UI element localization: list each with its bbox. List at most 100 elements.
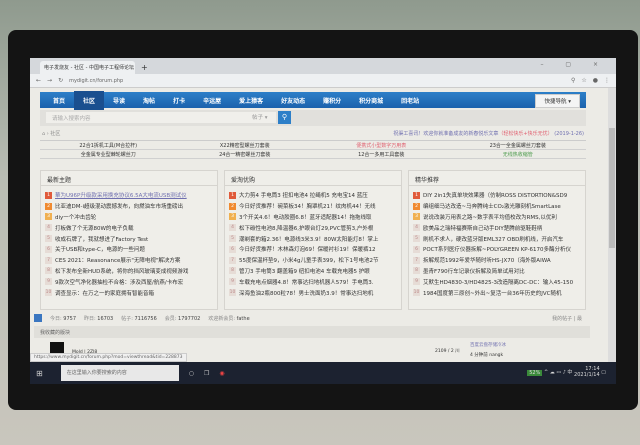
thread-item[interactable]: 5 刷机不求人，硬改蓝牙版EML327 OBD刷机线，开启汽车 xyxy=(413,233,581,244)
thread-title[interactable]: 编组细马达改造~马奔腾纯士CO₂激光雕刻机SmartLase xyxy=(423,202,561,210)
quick-link[interactable]: 便携式小型数字万用表 xyxy=(313,142,450,149)
search-button[interactable]: ⚲ xyxy=(278,111,291,124)
thread-title[interactable]: 打板做了个无源80W的电子负载 xyxy=(55,224,133,232)
thread-title[interactable]: 刷机不求人，硬改蓝牙版EML327 OBD刷机线，开启汽车 xyxy=(423,235,563,243)
quick-link[interactable]: 24合一精密螺丝刀套装 xyxy=(177,151,314,158)
nav-friends[interactable]: 好友动态 xyxy=(272,96,314,105)
thread-title[interactable]: 深海鱼油2瓶800粒78！男士洗面奶3.9！常事达扫地机 xyxy=(239,289,373,297)
scrollbar-thumb[interactable] xyxy=(609,128,615,248)
thread-title[interactable]: 调查显示：在万之一的家庭拥有智能音箱 xyxy=(55,289,154,297)
thread-title[interactable]: 管刀3 手电筒3 翻盖箱9 纽扣电池4 车载充电器5 护眼 xyxy=(239,267,370,275)
quick-link[interactable]: 12合一多用工具套装 xyxy=(313,151,450,158)
zoom-icon[interactable]: ⚲ xyxy=(571,77,575,84)
thread-title[interactable]: 拆解规范1992年爱华随时听HS-JX70（海外版AIWA xyxy=(423,256,551,264)
nav-guide[interactable]: 导读 xyxy=(104,96,134,105)
notice[interactable]: 祝渠工喜讯！欢迎你就准备成友的新春悦乐文章（轻松快乐+快乐无忧） (2019-1… xyxy=(393,130,584,137)
thread-item[interactable]: 4 打板做了个无源80W的电子负载 xyxy=(45,222,213,233)
thread-item[interactable]: 7 CES 2021：Reasonance展示"无障电视"解决方案 xyxy=(45,255,213,266)
thread-item[interactable]: 3 说说改装万用表之路~数字表平均值校改为RMS,以优利 xyxy=(413,212,581,223)
thread-title[interactable]: 1984国度第三原创~外出~复活一台36年历史的JVC随机 xyxy=(423,289,561,297)
thread-item[interactable]: 9 车载充电点烟器4.8！常事达扫地机器人579！手电筒3. xyxy=(229,276,397,287)
tray-icons[interactable]: ^ ☁ ▭ ♪ xyxy=(544,370,566,376)
star-icon[interactable]: ☆ xyxy=(581,77,586,84)
thread-title[interactable]: 潮剃套的箱2.36！电源线3米3.9！80W太阳能灯8！掌上 xyxy=(239,235,378,243)
thread-title[interactable]: POCT系列医疗仪器拆解~POLYGREEN KP-6170多酶分析仪 xyxy=(423,245,571,253)
thread-item[interactable]: 3 3个开关4.6！电动胶圈6.8！蓝牙适配器14！拖拖线取 xyxy=(229,212,397,223)
thread-title[interactable]: 艾默生HD4830-3/HD4825-3改造隔离DC-DC：输入45-150 xyxy=(423,278,573,286)
thread-item[interactable]: 1 DIY 2in1失真单块效果器（仿制ROSS DISTORTION&SD9 xyxy=(413,190,581,201)
thread-item[interactable]: 6 关于USB和type-C，电源的一些问题 xyxy=(45,244,213,255)
notice-text[interactable]: 祝渠工喜讯！欢迎你就准备成友的新春悦乐文章 xyxy=(393,131,498,137)
nav-checkin[interactable]: 打卡 xyxy=(164,96,194,105)
favorites-header[interactable]: 我收藏的版块 xyxy=(34,326,590,338)
ime-indicator[interactable]: 中 xyxy=(567,370,572,376)
thread-title[interactable]: 比亚迪DM-i超级混动震撼发布，向燃油车市场重磅出 xyxy=(55,202,183,210)
thread-item[interactable]: 1 大力剪4 手电筒3 扭扣电池4 拉绳机5 充电宝14 蓝压 xyxy=(229,190,397,201)
profile-icon[interactable]: ● xyxy=(593,77,598,84)
quick-link[interactable]: 23合一全金属螺丝刀套装 xyxy=(450,142,587,149)
last-post-link[interactable]: 百度云盘存储冷冰 xyxy=(470,342,506,348)
thread-item[interactable]: 2 今日好货推荐！碗菜板34！胸罩机21！纹肉机44！无线 xyxy=(229,201,397,212)
newest-member[interactable]: fathe xyxy=(237,316,250,322)
thread-title[interactable]: 大力剪4 手电筒3 扭扣电池4 拉绳机5 充电宝14 蓝压 xyxy=(239,191,368,199)
forward-icon[interactable]: → xyxy=(47,77,52,84)
thread-item[interactable]: 8 松下发布全新HUD系统，将你的挡风玻璃变成视频游戏 xyxy=(45,266,213,277)
thread-item[interactable]: 10 1984国度第三原创~外出~复活一台36年历史的JVC随机 xyxy=(413,287,581,298)
search-input[interactable]: 请输入搜索内容 xyxy=(46,112,276,123)
thread-title[interactable]: 55度保温杯垫9，小米4g儿童手表399，松下1号电池2节 xyxy=(239,256,379,264)
thread-item[interactable]: 9 9款次空气净化器抽检不合格：涉及西屋/航燕/卡布宏 xyxy=(45,276,213,287)
thread-item[interactable]: 9 艾默生HD4830-3/HD4825-3改造隔离DC-DC：输入45-150 xyxy=(413,276,581,287)
chrome-icon[interactable]: ◉ xyxy=(219,370,224,377)
thread-item[interactable]: 6 POCT系列医疗仪器拆解~POLYGREEN KP-6170多酶分析仪 xyxy=(413,244,581,255)
nav-lucky[interactable]: 辛运屋 xyxy=(194,96,230,105)
thread-item[interactable]: 10 深海鱼油2瓶800粒78！男士洗面奶3.9！常事达扫地机 xyxy=(229,287,397,298)
windows-start-icon[interactable]: ⊞ xyxy=(36,369,43,378)
thread-item[interactable]: 4 欧美品之瑞特福赛斯自己动手DIY楚腾前驱鞋鞋柄 xyxy=(413,222,581,233)
nav-earn-points[interactable]: 赚积分 xyxy=(314,96,350,105)
quick-nav-button[interactable]: 快捷导航 ▾ xyxy=(535,94,580,108)
back-icon[interactable]: ← xyxy=(36,77,41,84)
quick-link[interactable]: 全金属专业型棘轮螺丝刀 xyxy=(40,151,177,158)
thread-item[interactable]: 7 拆解规范1992年爱华随时听HS-JX70（海外版AIWA xyxy=(413,255,581,266)
cortana-icon[interactable]: ○ xyxy=(189,370,194,377)
thread-title[interactable]: 松下发布全新HUD系统，将你的挡风玻璃变成视频游戏 xyxy=(55,267,188,275)
thread-item[interactable]: 2 编组细马达改造~马奔腾纯士CO₂激光雕刻机SmartLase xyxy=(413,201,581,212)
thread-title[interactable]: 松下碳性电池8,降温器6,护眼台灯29,PVC管剪3,户外根 xyxy=(239,224,373,232)
thread-item[interactable]: 8 墨青F790行车记录仪拆解及简单试用对比 xyxy=(413,266,581,277)
taskbar-search[interactable]: 在这里输入你要搜索的内容 xyxy=(60,365,179,381)
nav-collections[interactable]: 淘帖 xyxy=(134,96,164,105)
thread-item[interactable]: 8 管刀3 手电筒3 翻盖箱9 纽扣电池4 车载充电器5 护眼 xyxy=(229,266,397,277)
url-input[interactable]: mydigit.cn/forum.php xyxy=(69,78,565,84)
thread-title[interactable]: DIY 2in1失真单块效果器（仿制ROSS DISTORTION&SD9 xyxy=(423,191,567,199)
thread-title[interactable]: diy一个冲击齿轮 xyxy=(55,213,96,221)
thread-title[interactable]: 说说改装万用表之路~数字表平均值校改为RMS,以优利 xyxy=(423,213,557,221)
menu-icon[interactable]: ⋮ xyxy=(604,77,610,84)
thread-title[interactable]: 收成石牌了，我就想进了Factory Test xyxy=(55,235,148,243)
thread-title[interactable]: 墨青F790行车记录仪拆解及简单试用对比 xyxy=(423,267,525,275)
notification-icon[interactable]: ▢ xyxy=(601,370,606,376)
thread-item[interactable]: 5 潮剃套的箱2.36！电源线3米3.9！80W太阳能灯8！掌上 xyxy=(229,233,397,244)
thread-title[interactable]: 今日好货推荐！碗菜板34！胸罩机21！纹肉机44！无线 xyxy=(239,202,376,210)
thread-title[interactable]: 9款次空气净化器抽检不合格：涉及西屋/航燕/卡布宏 xyxy=(55,278,183,286)
thread-title[interactable]: CES 2021：Reasonance展示"无障电视"解决方案 xyxy=(55,256,180,264)
thread-title[interactable]: 今日好货推荐！木林森灯泡69！保暖衬衫19！保暖裤12 xyxy=(239,245,376,253)
thread-item[interactable]: 4 松下碳性电池8,降温器6,护眼台灯29,PVC管剪3,户外根 xyxy=(229,222,397,233)
my-posts-link[interactable]: 我的帖子 | 最 xyxy=(552,315,582,322)
reload-icon[interactable]: ↻ xyxy=(58,77,63,84)
task-view-icon[interactable]: ❐ xyxy=(204,370,209,377)
thread-item[interactable]: 10 调查显示：在万之一的家庭拥有智能音箱 xyxy=(45,287,213,298)
quick-link[interactable]: 无线热收缩管 xyxy=(450,151,587,158)
quick-link[interactable]: 22合1拆机工具(M合拉杆) xyxy=(40,142,177,149)
thread-title[interactable]: 车载充电点烟器4.8！常事达扫地机器人579！手电筒3. xyxy=(239,278,374,286)
thread-item[interactable]: 5 收成石牌了，我就想进了Factory Test xyxy=(45,233,213,244)
nav-maker[interactable]: 爱上猿客 xyxy=(230,96,272,105)
browser-tab[interactable]: 电子发烧友 - 社区 - 中国电子工程师论坛 xyxy=(40,61,135,74)
thread-item[interactable]: 3 diy一个冲击齿轮 xyxy=(45,212,213,223)
nav-community[interactable]: 社区 xyxy=(74,90,105,110)
thread-title[interactable]: 关于USB和type-C，电源的一些问题 xyxy=(55,245,145,253)
thread-item[interactable]: 6 今日好货推荐！木林森灯泡69！保暖衬衫19！保暖裤12 xyxy=(229,244,397,255)
clock-date[interactable]: 2021/1/14 xyxy=(574,372,600,378)
thread-title[interactable]: 欧美品之瑞特福赛斯自己动手DIY楚腾前驱鞋鞋柄 xyxy=(423,224,542,232)
thread-item[interactable]: 7 55度保温杯垫9，小米4g儿童手表399，松下1号电池2节 xyxy=(229,255,397,266)
thread-item[interactable]: 1 華为U96P升级款采用换充协议6.5A大电流USB测试仪 xyxy=(45,190,213,201)
